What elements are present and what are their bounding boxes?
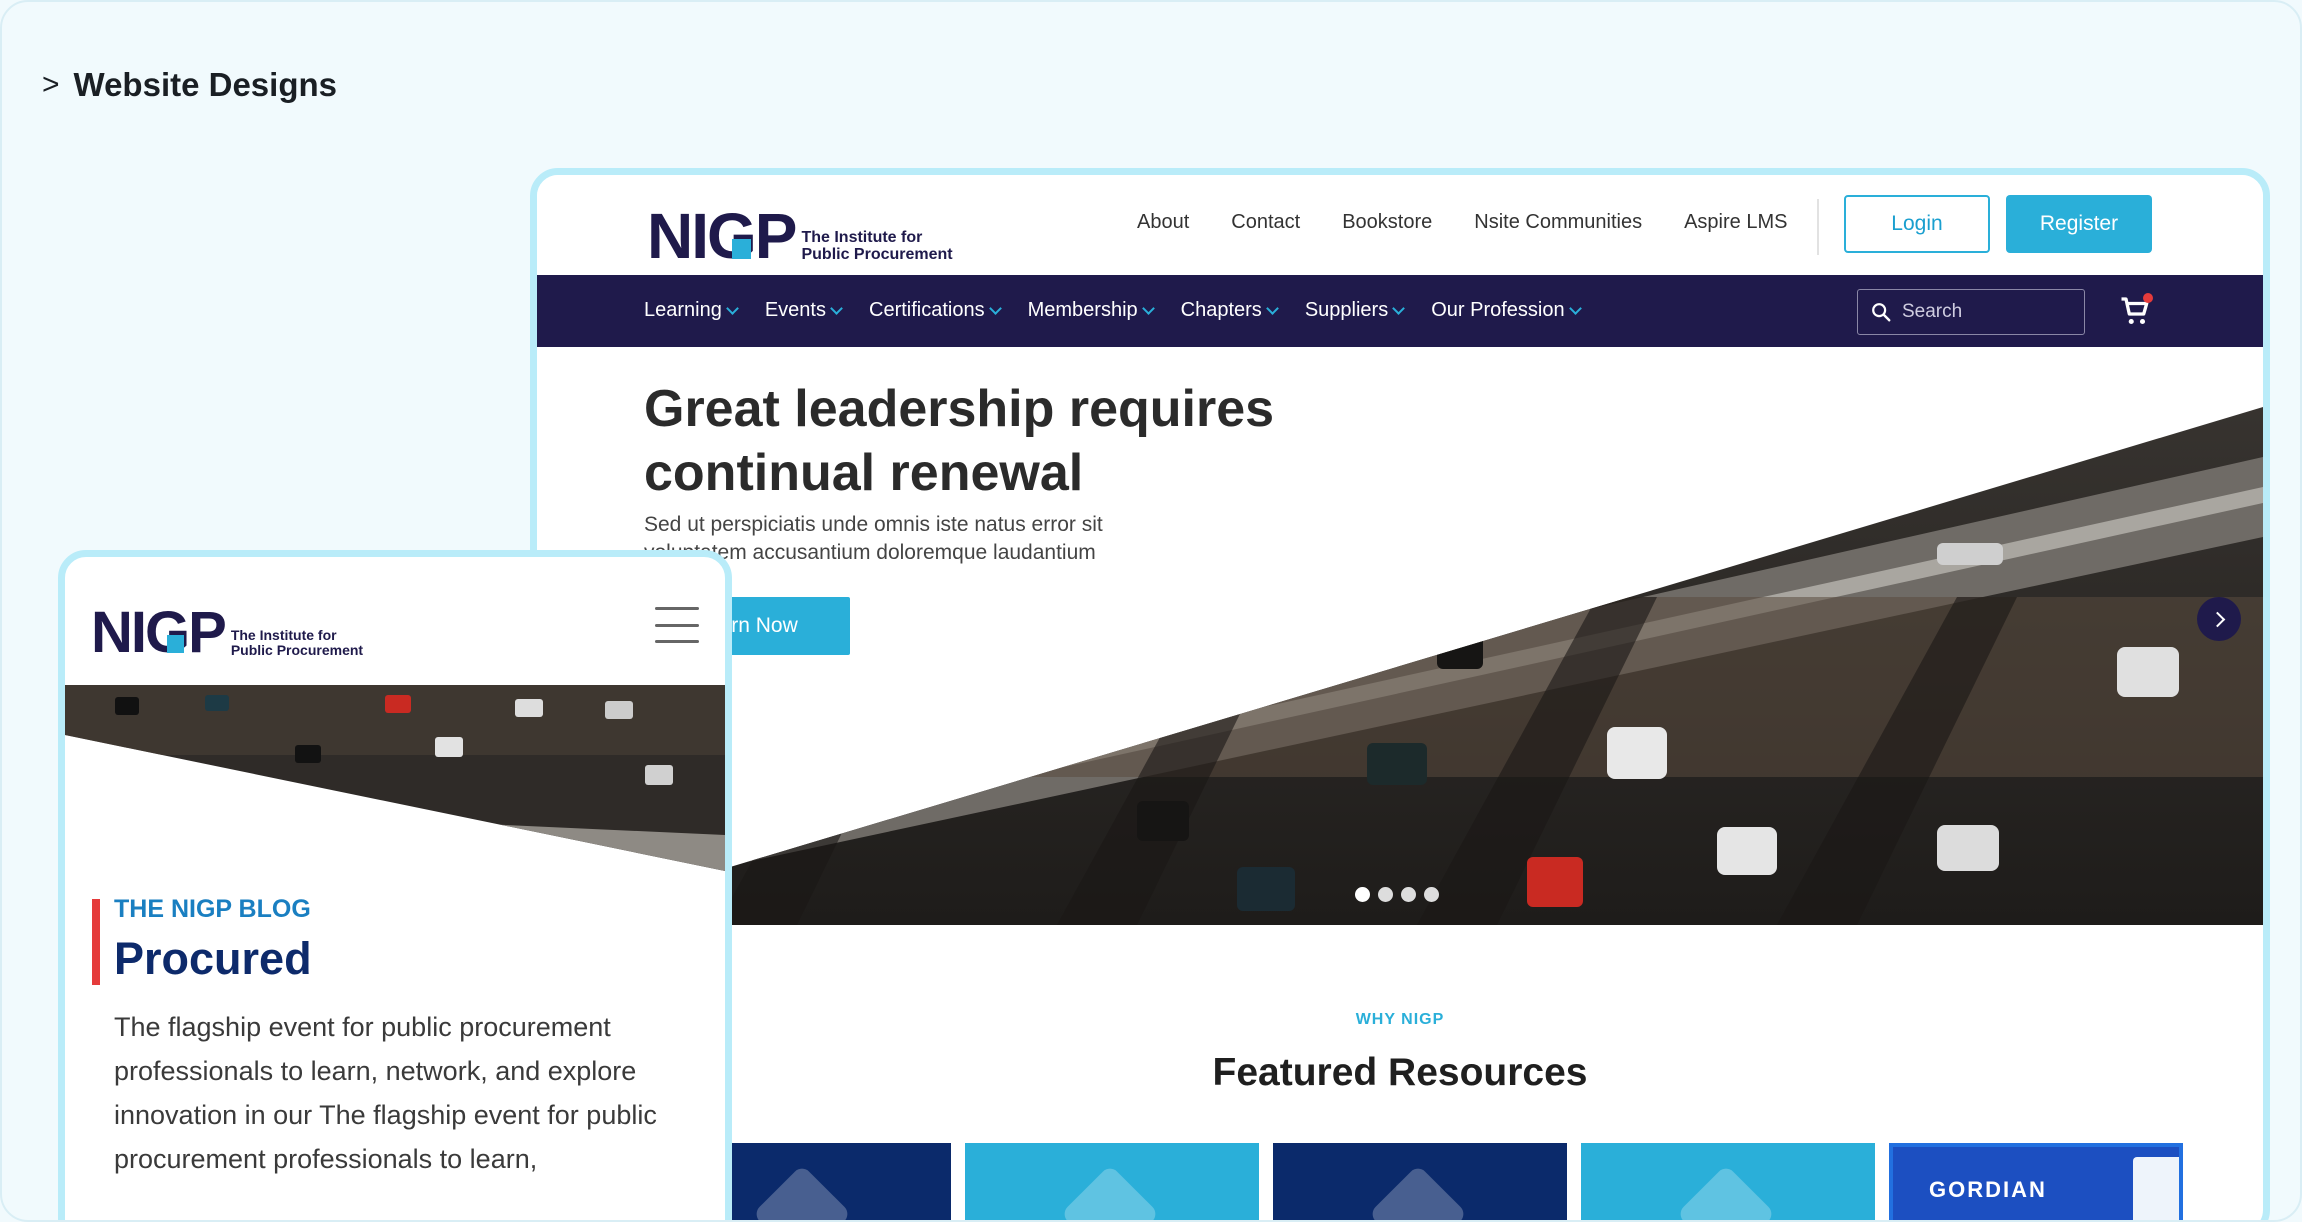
resource-card-question[interactable]: [965, 1143, 1259, 1220]
top-link-about[interactable]: About: [1137, 211, 1189, 234]
top-link-aspire-lms[interactable]: Aspire LMS: [1684, 211, 1787, 234]
blog-title: Procured: [114, 933, 312, 984]
resource-card-presentation[interactable]: [1581, 1143, 1875, 1220]
logo-mark: NIGP: [647, 200, 797, 272]
mobile-mockup: NIGP The Institute for Public Procuremen…: [58, 550, 732, 1220]
nav-label: Our Profession: [1431, 299, 1565, 321]
chevron-down-icon: [725, 301, 739, 315]
nav-item-certifications[interactable]: Certifications: [869, 299, 1002, 322]
nigp-logo-mobile[interactable]: NIGP The Institute for Public Procuremen…: [91, 599, 363, 666]
top-link-bookstore[interactable]: Bookstore: [1342, 211, 1432, 234]
resource-cards: GORDIAN: [657, 1143, 2183, 1220]
search-input[interactable]: Search: [1857, 289, 2085, 335]
logo-tagline: The Institute for Public Procurement: [230, 626, 364, 658]
nav-item-events[interactable]: Events: [764, 299, 843, 322]
carousel-dot-1[interactable]: [1355, 887, 1370, 902]
nav-item-chapters[interactable]: Chapters: [1180, 299, 1279, 322]
gordian-logo: GORDIAN: [1929, 1177, 2047, 1202]
desktop-top-bar: NIGP The Institute for Public Procuremen…: [537, 175, 2263, 275]
cart-badge: [2143, 293, 2153, 303]
hero-title: Great leadership requires continual rene…: [644, 380, 1275, 502]
divider: [1817, 199, 1819, 255]
mobile-hero-image: [65, 685, 725, 871]
blog-eyebrow: THE NIGP BLOG: [114, 895, 311, 923]
nav-label: Learning: [644, 299, 722, 321]
chevron-down-icon: [1392, 301, 1406, 315]
accent-bar: [92, 899, 100, 985]
gordian-screenshot: [2133, 1157, 2179, 1220]
logo-tagline-line2: Public Procurement: [801, 246, 953, 263]
chevron-down-icon: [830, 301, 843, 315]
nav-item-learning[interactable]: Learning: [644, 299, 739, 322]
chevron-right-icon: >: [42, 68, 60, 101]
logo-tagline: The Institute for Public Procurement: [801, 229, 953, 264]
resource-card-question-box[interactable]: [1273, 1143, 1567, 1220]
carousel-dot-3[interactable]: [1401, 887, 1416, 902]
presentation-icon: [1676, 1164, 1776, 1220]
search-placeholder: Search: [1902, 301, 1963, 322]
chevron-right-icon[interactable]: [2197, 597, 2241, 641]
login-button[interactable]: Login: [1844, 195, 1990, 253]
nav-label: Membership: [1027, 299, 1138, 321]
nav-item-our-profession[interactable]: Our Profession: [1431, 299, 1582, 322]
nav-label: Suppliers: [1304, 299, 1389, 321]
section-heading-text: Website Designs: [73, 66, 337, 103]
question-box-icon: [1368, 1164, 1468, 1220]
chevron-down-icon: [1265, 301, 1279, 315]
page-frame: > Website Designs NIGP The Institute for…: [0, 0, 2302, 1222]
hamburger-menu-icon[interactable]: [655, 607, 699, 643]
top-link-contact[interactable]: Contact: [1231, 211, 1300, 234]
logo-mark: NIGP: [91, 600, 227, 665]
logo-tagline-line1: The Institute for: [230, 626, 337, 643]
search-icon: [1872, 303, 1891, 322]
nav-label: Events: [764, 299, 826, 321]
carousel-dots: [1355, 887, 1439, 902]
carousel-dot-2[interactable]: [1378, 887, 1393, 902]
nav-label: Certifications: [869, 299, 985, 321]
nav-item-suppliers[interactable]: Suppliers: [1304, 299, 1406, 322]
logo-tagline-line2: Public Procurement: [230, 641, 364, 658]
desktop-mockup: NIGP The Institute for Public Procuremen…: [530, 168, 2270, 1220]
hero-subtitle: Sed ut perspiciatis unde omnis iste natu…: [644, 513, 1103, 564]
top-link-nsite-communities[interactable]: Nsite Communities: [1474, 211, 1642, 234]
section-heading: > Website Designs: [42, 66, 337, 104]
question-bubble-icon: [1060, 1164, 1160, 1220]
hero-section: Great leadership requires continual rene…: [537, 347, 2263, 925]
register-button[interactable]: Register: [2006, 195, 2152, 253]
nav-item-membership[interactable]: Membership: [1027, 299, 1155, 322]
book-icon: [752, 1164, 852, 1220]
section-eyebrow: WHY NIGP: [1355, 1011, 1445, 1028]
cart-icon[interactable]: [2117, 293, 2153, 329]
blog-body: The flagship event for public procuremen…: [114, 1012, 657, 1174]
chevron-down-icon: [988, 301, 1002, 315]
nav-label: Chapters: [1180, 299, 1262, 321]
chevron-down-icon: [1141, 301, 1155, 315]
top-links: About Contact Bookstore Nsite Communitie…: [1137, 211, 1787, 234]
nigp-logo[interactable]: NIGP The Institute for Public Procuremen…: [647, 199, 953, 273]
logo-tagline-line1: The Institute for: [801, 229, 923, 247]
featured-resources-title: Featured Resources: [1212, 1051, 1588, 1094]
chevron-down-icon: [1568, 301, 1582, 315]
resource-card-gordian[interactable]: GORDIAN: [1889, 1143, 2183, 1220]
carousel-dot-4[interactable]: [1424, 887, 1439, 902]
